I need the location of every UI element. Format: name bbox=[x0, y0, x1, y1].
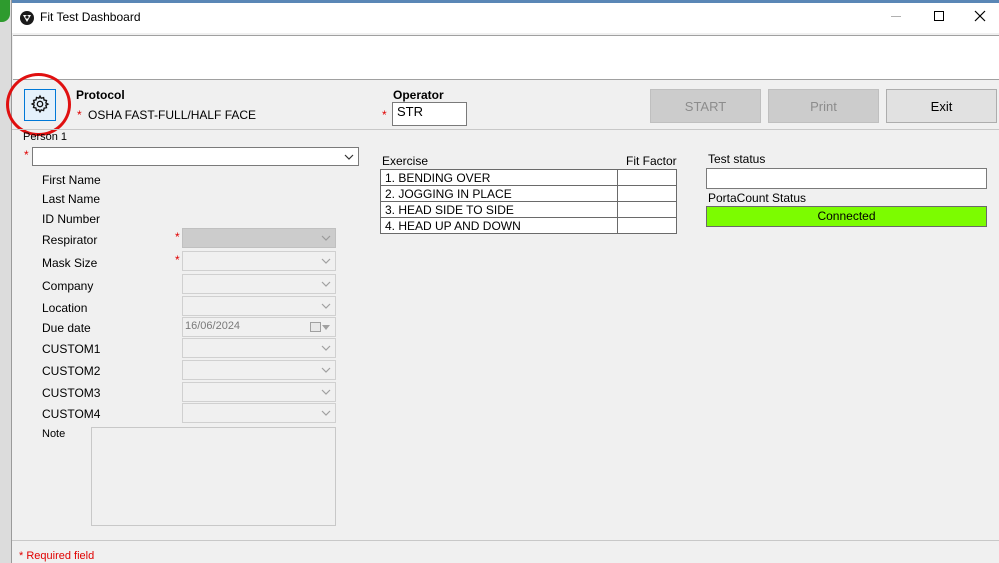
mask-size-select[interactable] bbox=[182, 251, 336, 271]
due-date-label: Due date bbox=[42, 321, 91, 335]
exercise-name-cell: 1. BENDING OVER bbox=[380, 169, 618, 186]
exercise-table: 1. BENDING OVER 2. JOGGING IN PLACE 3. H… bbox=[380, 169, 677, 234]
title-bar bbox=[12, 3, 999, 33]
protocol-label: Protocol bbox=[76, 88, 125, 102]
chevron-down-icon bbox=[320, 383, 332, 401]
operator-label: Operator bbox=[393, 88, 444, 102]
custom3-select[interactable] bbox=[182, 382, 336, 402]
chevron-down-icon bbox=[320, 339, 332, 357]
window-title: Fit Test Dashboard bbox=[40, 10, 141, 24]
custom1-label: CUSTOM1 bbox=[42, 342, 101, 356]
test-status-field bbox=[706, 168, 987, 189]
mask-size-required-mark: * bbox=[175, 253, 180, 267]
custom4-select[interactable] bbox=[182, 403, 336, 423]
exercise-name-cell: 3. HEAD SIDE TO SIDE bbox=[380, 201, 618, 218]
chevron-down-icon bbox=[320, 229, 332, 247]
operator-required-mark: * bbox=[382, 108, 387, 122]
table-row[interactable]: 1. BENDING OVER bbox=[380, 169, 677, 186]
chevron-down-icon bbox=[320, 404, 332, 422]
fit-factor-cell bbox=[617, 201, 677, 218]
custom2-select[interactable] bbox=[182, 360, 336, 380]
chevron-down-icon bbox=[320, 318, 332, 336]
exit-button[interactable]: Exit bbox=[886, 89, 997, 123]
app-logo-icon bbox=[19, 10, 35, 26]
highlight-circle bbox=[6, 73, 71, 136]
respirator-select[interactable] bbox=[182, 228, 336, 248]
operator-input[interactable]: STR bbox=[392, 102, 467, 126]
exercise-name-cell: 2. JOGGING IN PLACE bbox=[380, 185, 618, 202]
exercise-name-cell: 4. HEAD UP AND DOWN bbox=[380, 217, 618, 234]
location-label: Location bbox=[42, 301, 88, 315]
person-required-mark: * bbox=[24, 148, 29, 162]
custom3-label: CUSTOM3 bbox=[42, 386, 101, 400]
portacount-status-indicator: Connected bbox=[706, 206, 987, 227]
print-button[interactable]: Print bbox=[768, 89, 879, 123]
protocol-required-mark: * bbox=[77, 108, 82, 122]
desktop-edge bbox=[0, 0, 12, 563]
person-label: Person 1 bbox=[23, 131, 68, 143]
custom4-label: CUSTOM4 bbox=[42, 407, 101, 421]
portacount-status-label: PortaCount Status bbox=[708, 191, 807, 205]
chevron-down-icon bbox=[320, 275, 332, 293]
respirator-required-mark: * bbox=[175, 230, 180, 244]
chevron-down-icon bbox=[343, 148, 355, 165]
fit-factor-column-header: Fit Factor bbox=[626, 154, 677, 168]
location-select[interactable] bbox=[182, 296, 336, 316]
start-button[interactable]: START bbox=[650, 89, 761, 123]
fit-factor-cell bbox=[617, 169, 677, 186]
company-label: Company bbox=[42, 279, 94, 293]
due-date-picker[interactable]: 16/06/2024 bbox=[182, 317, 336, 337]
chevron-down-icon bbox=[320, 361, 332, 379]
company-select[interactable] bbox=[182, 274, 336, 294]
fit-factor-cell bbox=[617, 185, 677, 202]
due-date-value: 16/06/2024 bbox=[185, 320, 241, 332]
maximize-icon bbox=[933, 10, 945, 25]
chevron-down-icon bbox=[320, 297, 332, 315]
person-select[interactable] bbox=[32, 147, 359, 166]
custom1-select[interactable] bbox=[182, 338, 336, 358]
id-number-label: ID Number bbox=[42, 212, 101, 226]
toolbar-divider bbox=[12, 129, 999, 130]
table-row[interactable]: 2. JOGGING IN PLACE bbox=[380, 185, 677, 202]
maximize-button[interactable] bbox=[929, 8, 949, 26]
custom2-label: CUSTOM2 bbox=[42, 364, 101, 378]
required-field-note: * Required field bbox=[19, 550, 95, 562]
exercise-column-header: Exercise bbox=[382, 154, 429, 168]
minimize-icon bbox=[890, 10, 902, 25]
note-label: Note bbox=[42, 428, 66, 440]
table-row[interactable]: 3. HEAD SIDE TO SIDE bbox=[380, 201, 677, 218]
note-textarea[interactable] bbox=[91, 427, 336, 526]
first-name-label: First Name bbox=[42, 173, 101, 187]
mask-size-label: Mask Size bbox=[42, 256, 98, 270]
close-button[interactable] bbox=[970, 8, 990, 26]
test-status-label: Test status bbox=[708, 152, 766, 166]
fit-factor-cell bbox=[617, 217, 677, 234]
menu-area bbox=[13, 35, 999, 80]
footer-divider bbox=[12, 540, 999, 541]
last-name-label: Last Name bbox=[42, 192, 101, 206]
close-icon bbox=[974, 10, 986, 25]
minimize-button[interactable] bbox=[886, 8, 906, 26]
table-row[interactable]: 4. HEAD UP AND DOWN bbox=[380, 217, 677, 234]
protocol-value[interactable]: OSHA FAST-FULL/HALF FACE bbox=[88, 108, 256, 122]
chevron-down-icon bbox=[320, 252, 332, 270]
respirator-label: Respirator bbox=[42, 233, 98, 247]
